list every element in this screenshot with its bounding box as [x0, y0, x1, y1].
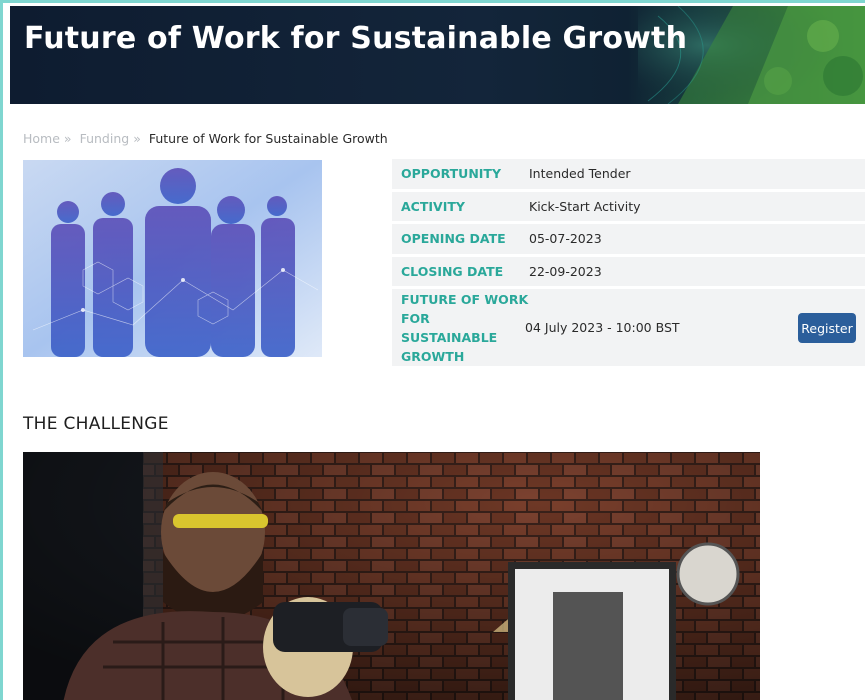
info-value: Kick-Start Activity	[529, 198, 641, 214]
vr-workspace-photo	[23, 452, 760, 700]
team-silhouette-image	[23, 160, 322, 357]
info-row-opening-date: OPENING DATE 05-07-2023	[392, 224, 865, 254]
event-name-line: FUTURE OF WORK	[401, 291, 529, 307]
info-key: OPENING DATE	[401, 231, 506, 247]
page-frame: Future of Work for Sustainable Growth Ho…	[0, 0, 865, 700]
register-button[interactable]: Register	[798, 313, 856, 343]
header-banner: Future of Work for Sustainable Growth	[10, 6, 865, 104]
info-value: 22-09-2023	[529, 263, 602, 279]
info-value: 05-07-2023	[529, 231, 602, 247]
info-row-opportunity: OPPORTUNITY Intended Tender	[392, 159, 865, 189]
breadcrumb-home[interactable]: Home	[23, 131, 60, 146]
event-datetime: 04 July 2023 - 10:00 BST	[525, 320, 680, 335]
info-value: Intended Tender	[529, 166, 631, 182]
breadcrumb-separator: »	[63, 131, 72, 146]
section-heading: THE CHALLENGE	[23, 414, 169, 434]
page-title: Future of Work for Sustainable Growth	[24, 21, 688, 56]
breadcrumb-current: Future of Work for Sustainable Growth	[148, 131, 388, 146]
info-key: OPPORTUNITY	[401, 166, 502, 182]
opportunity-info-table: OPPORTUNITY Intended Tender ACTIVITY Kic…	[392, 159, 865, 369]
info-row-closing-date: CLOSING DATE 22-09-2023	[392, 256, 865, 286]
info-key: CLOSING DATE	[401, 263, 504, 279]
event-name: FUTURE OF WORK FOR SUSTAINABLE GROWTH	[392, 290, 529, 366]
breadcrumb-separator: »	[133, 131, 141, 146]
info-row-activity: ACTIVITY Kick-Start Activity	[392, 191, 865, 221]
breadcrumb: Home» Funding» Future of Work for Sustai…	[23, 131, 392, 146]
event-name-line: GROWTH	[401, 348, 465, 364]
info-row-event: FUTURE OF WORK FOR SUSTAINABLE GROWTH 04…	[392, 289, 865, 366]
event-name-line: FOR SUSTAINABLE	[401, 310, 498, 345]
info-key: ACTIVITY	[401, 198, 465, 214]
breadcrumb-funding[interactable]: Funding	[80, 131, 130, 146]
